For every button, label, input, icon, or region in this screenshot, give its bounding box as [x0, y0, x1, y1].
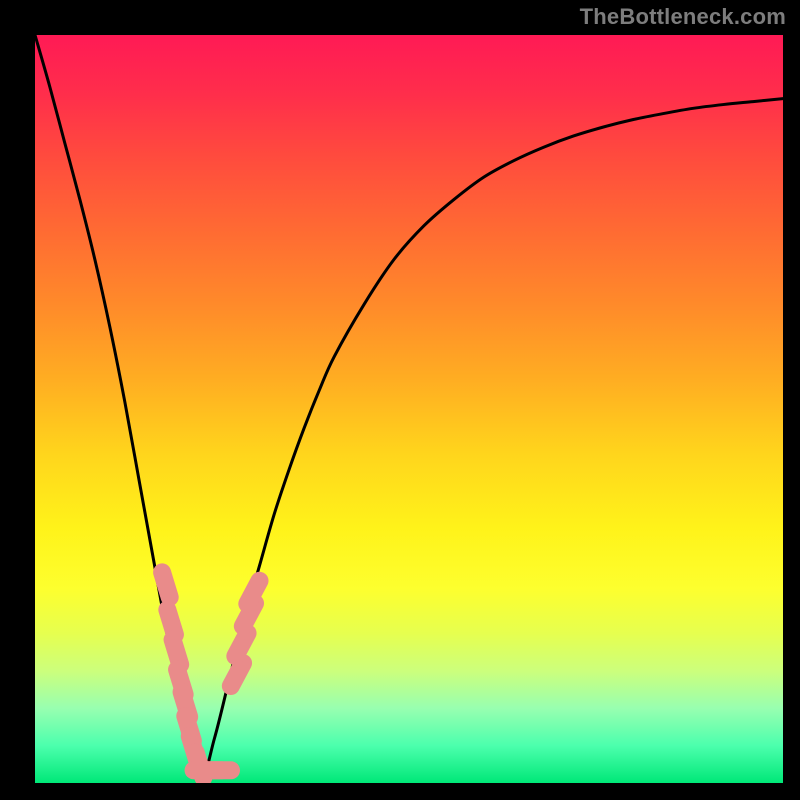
marker-icon	[235, 633, 247, 656]
curve-line	[35, 35, 783, 783]
marker-icon	[162, 572, 170, 597]
chart-svg	[35, 35, 783, 783]
chart-frame: TheBottleneck.com	[0, 0, 800, 800]
watermark-text: TheBottleneck.com	[580, 4, 786, 30]
marker-icon	[231, 663, 243, 686]
marker-icon	[247, 581, 259, 604]
chart-plot-area	[35, 35, 783, 783]
curve-path	[35, 35, 783, 783]
